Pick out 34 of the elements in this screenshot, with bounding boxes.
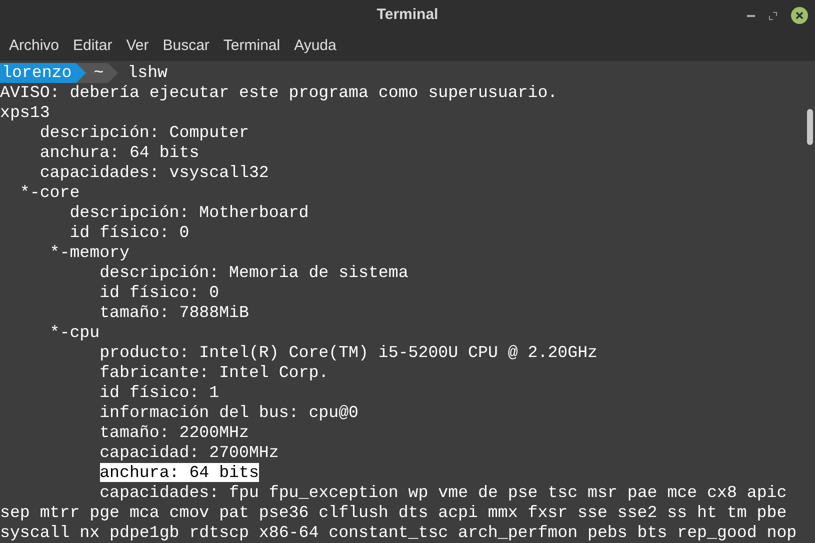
output-line: información del bus: cpu@0	[100, 403, 358, 422]
output-line: id físico: 0	[70, 223, 190, 242]
output-line: fabricante: Intel Corp.	[100, 363, 329, 382]
output-line: *-core	[20, 183, 80, 202]
output-line: syscall nx pdpe1gb rdtscp x86-64 constant_tsc arch_perfmon pebs bts rep_good nop	[0, 523, 797, 542]
menu-item[interactable]: Ver	[119, 34, 156, 57]
output-line: capacidad: 2700MHz	[100, 443, 279, 462]
output-line: descripción: Memoria de sistema	[100, 263, 408, 282]
menu-item[interactable]: Terminal	[216, 34, 288, 57]
menu-item[interactable]: Buscar	[156, 34, 216, 57]
output-line: tamaño: 7888MiB	[100, 303, 249, 322]
output-line: anchura: 64 bits	[40, 143, 200, 162]
command-text: lshw	[126, 63, 168, 83]
scrollbar-thumb[interactable]	[807, 109, 813, 145]
output-line: *-memory	[50, 243, 130, 262]
output-line: descripción: Computer	[40, 123, 249, 142]
menu-item[interactable]: Ayuda	[287, 34, 344, 57]
close-icon[interactable]	[791, 7, 808, 24]
output-line: *-cpu	[50, 323, 100, 342]
output-line: capacidades: fpu fpu_exception wp vme de pse tsc msr pae mce cx8 apic	[100, 483, 787, 502]
window-title: Terminal	[376, 5, 438, 25]
output-line: id físico: 0	[100, 283, 220, 302]
output-line: capacidades: vsyscall32	[40, 163, 269, 182]
output-line: tamaño: 2200MHz	[100, 423, 249, 442]
menu-item[interactable]: Archivo	[2, 34, 66, 57]
output-line: AVISO: debería ejecutar este programa como superusuario.	[0, 83, 558, 102]
output-line: xps13	[0, 103, 50, 122]
menu-item[interactable]: Editar	[66, 34, 120, 57]
minimize-icon[interactable]	[747, 14, 755, 16]
output-line: sep mtrr pge mca cmov pat pse36 clflush dts acpi mmx fxsr sse sse2 ss ht tm pbe	[0, 503, 787, 522]
output-line: producto: Intel(R) Core(TM) i5-5200U CPU @ 2.20GHz	[100, 343, 598, 362]
output-line: descripción: Motherboard	[70, 203, 309, 222]
output-line: id físico: 1	[100, 383, 220, 402]
maximize-icon[interactable]	[769, 12, 777, 20]
